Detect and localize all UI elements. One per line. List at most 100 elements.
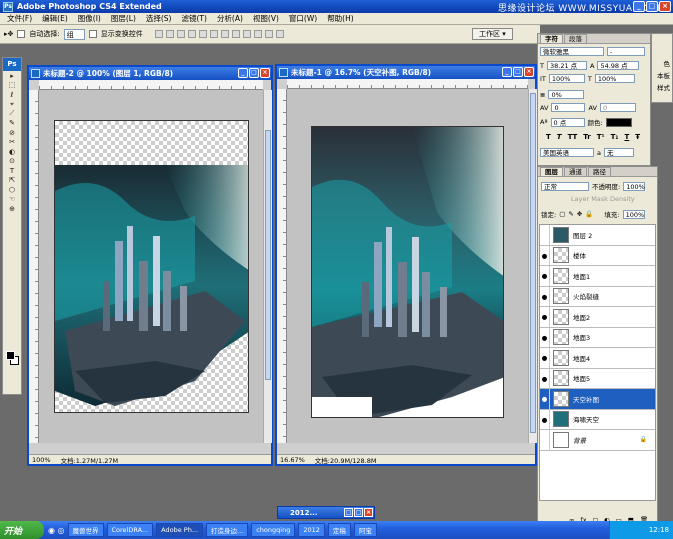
distribute-left-icon[interactable] [253,30,262,38]
canvas-area[interactable] [287,89,528,443]
doc2-maximize-button[interactable]: □ [513,67,523,77]
magic-wand-tool-icon[interactable]: ⌖ [3,100,21,110]
taskbar-item[interactable]: 2012 [298,523,325,537]
tab-paths[interactable]: 路径 [588,167,611,176]
align-left-icon[interactable] [187,30,196,38]
layer-row[interactable]: ● 火焰裂缝 [540,286,655,307]
layer-row-selected[interactable]: ● 天空补图 [540,389,655,410]
menu-image[interactable]: 图像(I) [73,13,106,24]
close-button[interactable]: × [659,1,671,12]
move-tool-icon[interactable]: ▸✥ [4,30,13,38]
small-caps-button[interactable]: Tr [583,133,590,141]
foreground-color-swatch[interactable] [6,351,15,360]
layer-row[interactable]: ● 地面1 [540,266,655,287]
doc1-close-button[interactable]: × [260,68,270,78]
eye-icon[interactable]: ● [540,409,550,429]
taskbar-item[interactable]: 阿宝 [353,523,377,537]
tab-character[interactable]: 字符 [540,34,563,43]
layer-row[interactable]: ● 海啸天空 [540,409,655,430]
eye-icon[interactable]: ● [540,245,550,265]
baseline-field[interactable]: 0 点 [550,117,585,127]
tab-paragraph[interactable]: 段落 [564,34,587,43]
minimized-document[interactable]: 2012... □ □ × [277,506,375,519]
strikethrough-button[interactable]: Ŧ [635,133,640,141]
align-hcenter-icon[interactable] [198,30,207,38]
auto-select-dropdown[interactable]: 组 [63,28,85,40]
horizontal-scale-field[interactable]: 100% [594,74,635,83]
clock[interactable]: 12:18 [649,526,669,534]
layer-row[interactable]: 图层 2 [540,225,655,246]
layer-row[interactable]: ● 楼体 [540,245,655,266]
align-right-icon[interactable] [209,30,218,38]
layer-row[interactable]: ● 地面4 [540,348,655,369]
taskbar-item-active[interactable]: Adobe Ph... [156,523,204,537]
doc1-minimize-button[interactable]: _ [238,68,248,78]
faux-italic-button[interactable]: T [557,133,562,141]
healing-tool-icon[interactable]: ⊘ [3,128,21,138]
distribute-vcenter-icon[interactable] [231,30,240,38]
taskbar-item[interactable]: 魔兽世界 [67,523,104,537]
quick-launch-icons[interactable]: ◉ ◎ [48,526,65,535]
opacity-field[interactable]: 100% [623,181,646,191]
scrollbar-thumb[interactable] [530,93,536,433]
slice-tool-icon[interactable]: ✂ [3,138,21,148]
kerning-field[interactable]: 0 [551,103,586,112]
font-size-field[interactable]: 38.21 点 [546,61,587,70]
menu-file[interactable]: 文件(F) [2,13,37,24]
swatches-panel-tab[interactable]: 本板 [652,70,672,82]
menu-layer[interactable]: 图层(L) [106,13,141,24]
taskbar-item[interactable]: 打造身边... [206,523,249,537]
eye-icon[interactable]: ● [540,348,550,368]
layer-row[interactable]: ● 地面3 [540,327,655,348]
eye-icon[interactable]: ● [540,327,550,347]
vertical-scrollbar[interactable] [528,89,537,443]
lock-pixels-icon[interactable]: ✎ [568,210,573,218]
dodge-tool-icon[interactable]: ◐ [3,147,21,157]
workspace-button[interactable]: 工作区 ▾ [472,28,513,40]
styles-panel-tab[interactable]: 样式 [652,82,672,94]
type-tool-icon[interactable]: T [3,166,21,176]
anti-alias-select[interactable]: 无 [603,148,634,157]
language-select[interactable]: 美国英语 [540,148,594,157]
align-bottom-icon[interactable] [176,30,185,38]
move-tool-icon[interactable]: ▸ [3,71,21,81]
minimize-button[interactable]: _ [633,1,645,12]
align-top-icon[interactable] [154,30,163,38]
eye-icon[interactable]: ● [540,368,550,388]
menu-filter[interactable]: 滤镜(T) [177,13,212,24]
distribute-right-icon[interactable] [275,30,284,38]
leading-field[interactable]: 54.98 点 [597,61,640,70]
menu-select[interactable]: 选择(S) [141,13,177,24]
menu-edit[interactable]: 编辑(E) [37,13,73,24]
taskbar-item[interactable]: CorelDRA... [106,523,154,537]
font-family-select[interactable]: 微软雅黑 [540,47,604,56]
path-select-tool-icon[interactable]: ⇱ [3,176,21,186]
layer-row[interactable]: 背景 🔒 [540,430,655,451]
lock-position-icon[interactable]: ✥ [577,210,582,218]
document-1-title-bar[interactable]: 未标题-2 @ 100% (图层 1, RGB/8) _ □ × [29,67,271,80]
zoom-level[interactable]: 16.67% [280,456,305,464]
lock-transparency-icon[interactable]: ▢ [559,210,565,218]
visibility-toggle[interactable] [540,430,550,450]
eye-icon[interactable]: ● [540,266,550,286]
document-2-title-bar[interactable]: 未标题-1 @ 16.7% (天空补图, RGB/8) _ □ × [277,66,535,79]
distribute-top-icon[interactable] [220,30,229,38]
menu-analysis[interactable]: 分析(A) [212,13,248,24]
menu-help[interactable]: 帮助(H) [322,13,359,24]
tracking-rel-field[interactable]: 0% [548,90,585,99]
brush-tool-icon[interactable]: ✎ [3,119,21,129]
superscript-button[interactable]: T¹ [597,133,605,141]
taskbar-item[interactable]: chongqing [251,523,296,537]
blend-mode-select[interactable]: 正常 [541,181,589,191]
menu-view[interactable]: 视图(V) [248,13,284,24]
faux-bold-button[interactable]: T [546,133,551,141]
eye-icon[interactable]: ● [540,307,550,327]
doc1-maximize-button[interactable]: □ [249,68,259,78]
underline-button[interactable]: T [624,133,629,141]
start-button[interactable]: 开始 [0,521,44,539]
menu-window[interactable]: 窗口(W) [284,13,322,24]
vertical-scale-field[interactable]: 100% [548,74,585,83]
taskbar-item[interactable]: 定稿 [327,523,351,537]
distribute-bottom-icon[interactable] [242,30,251,38]
vertical-scrollbar[interactable] [263,90,272,443]
